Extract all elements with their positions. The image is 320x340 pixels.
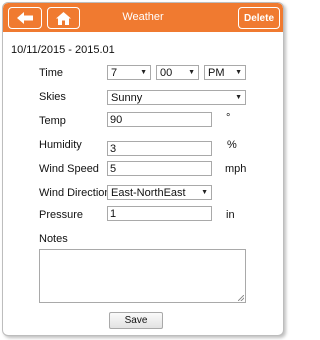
humidity-input[interactable]: 3	[107, 141, 212, 156]
chevron-down-icon: ▼	[235, 94, 242, 101]
time-hour-value: 7	[111, 66, 118, 79]
skies-select[interactable]: Sunny ▼	[107, 90, 246, 105]
temp-unit: °	[226, 112, 231, 124]
temp-label: Temp	[39, 115, 66, 127]
save-button[interactable]: Save	[109, 312, 163, 329]
wind-speed-unit: mph	[225, 163, 247, 175]
record-date-range: 10/11/2015 - 2015.01	[11, 44, 115, 56]
pressure-unit: in	[226, 209, 235, 221]
humidity-unit: %	[227, 139, 237, 151]
resize-grip-icon[interactable]	[238, 295, 244, 301]
pressure-input[interactable]: 1	[107, 206, 212, 221]
header-bar: Weather Delete	[3, 3, 283, 32]
wind-direction-label: Wind Direction	[39, 187, 111, 199]
skies-value: Sunny	[111, 91, 143, 104]
notes-label: Notes	[39, 233, 68, 245]
time-label: Time	[39, 67, 64, 79]
time-ampm-value: PM	[208, 66, 225, 79]
chevron-down-icon: ▼	[140, 69, 147, 76]
skies-label: Skies	[39, 91, 66, 103]
wind-direction-select[interactable]: East-NorthEast ▼	[107, 185, 212, 200]
wind-speed-input[interactable]: 5	[107, 161, 212, 176]
time-minute-value: 00	[160, 66, 173, 79]
notes-textarea[interactable]	[39, 249, 246, 303]
weather-panel: Weather Delete 10/11/2015 - 2015.01 Time…	[2, 2, 284, 336]
delete-button[interactable]: Delete	[238, 7, 280, 29]
humidity-label: Humidity	[39, 139, 82, 151]
chevron-down-icon: ▼	[188, 69, 195, 76]
pressure-label: Pressure	[39, 209, 84, 221]
wind-direction-value: East-NorthEast	[111, 186, 186, 199]
chevron-down-icon: ▼	[201, 189, 208, 196]
wind-speed-label: Wind Speed	[39, 163, 99, 175]
time-minute-select[interactable]: 00 ▼	[156, 65, 199, 80]
temp-input[interactable]: 90	[107, 112, 212, 127]
time-ampm-select[interactable]: PM ▼	[204, 65, 246, 80]
chevron-down-icon: ▼	[235, 69, 242, 76]
time-hour-select[interactable]: 7 ▼	[107, 65, 151, 80]
